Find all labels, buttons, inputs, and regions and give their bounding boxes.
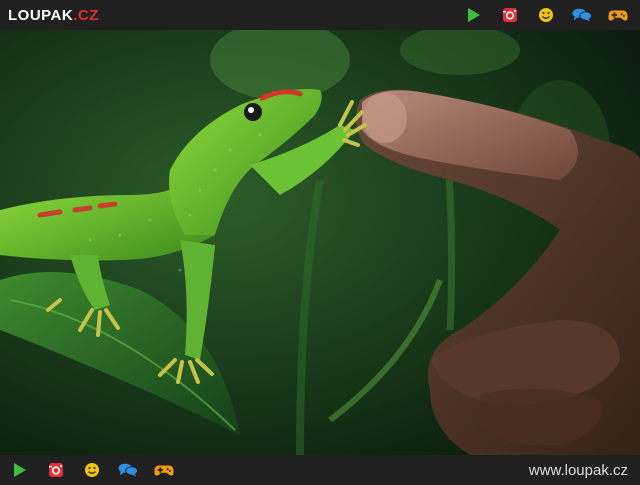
instagram-icon[interactable] [500,7,520,23]
chat-icon[interactable] [572,7,592,23]
chat-icon[interactable] [118,462,138,478]
bottom-bar: www.loupak.cz [0,455,640,485]
play-icon[interactable] [464,7,484,23]
top-icon-group [464,7,628,23]
site-logo[interactable]: LOUPAK.CZ [8,7,99,24]
top-bar: LOUPAK.CZ [0,0,640,30]
play-icon[interactable] [10,462,30,478]
logo-text: LOUPAK [8,6,74,24]
smiley-icon[interactable] [536,7,556,23]
logo-tld: .CZ [73,6,99,24]
smiley-icon[interactable] [82,462,102,478]
gamepad-icon[interactable] [608,7,628,23]
gecko-and-finger-photo [0,30,640,455]
main-photo [0,30,640,455]
instagram-icon[interactable] [46,462,66,478]
bottom-icon-group [10,462,174,478]
site-url[interactable]: www.loupak.cz [529,462,628,479]
gamepad-icon[interactable] [154,462,174,478]
